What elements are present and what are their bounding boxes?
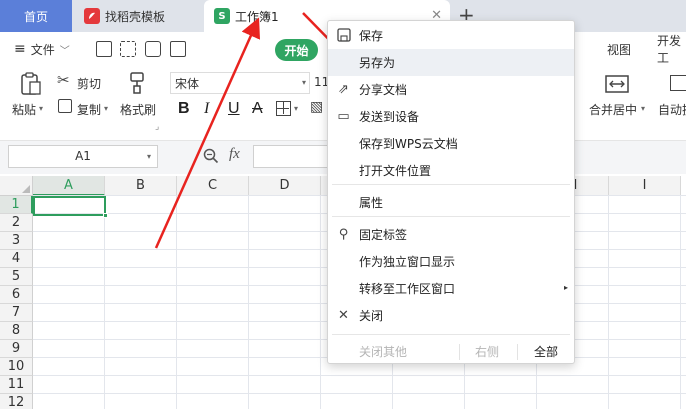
save-icon	[336, 28, 351, 43]
menu-item-7[interactable]: 属性	[328, 189, 574, 216]
close-right-button[interactable]: 右侧	[475, 340, 499, 364]
menu-item-5[interactable]: 保存到WPS云文档	[328, 130, 574, 157]
menu-item-label: 保存到WPS云文档	[359, 137, 458, 151]
menu-item-label: 关闭	[359, 309, 384, 323]
menu-separator	[332, 334, 570, 335]
submenu-arrow-icon: ▸	[563, 283, 568, 292]
pin-icon: ⚲	[338, 227, 349, 242]
menu-item-label: 转移至工作区窗口	[359, 282, 456, 296]
tab-context-menu: 保存另存为 ⇗ 分享文档 ▭ 发送到设备保存到WPS云文档 打开文件位置 属性 ⚲ 固定标签作为…	[327, 20, 575, 364]
menu-item-8[interactable]: ⚲ 固定标签	[328, 221, 574, 248]
menu-item-1[interactable]: 保存	[328, 22, 574, 49]
menu-item-9[interactable]: 作为独立窗口显示	[328, 248, 574, 275]
share-icon: ⇗	[338, 82, 349, 97]
menu-item-3[interactable]: ⇗ 分享文档	[328, 76, 574, 103]
menu-item-label: 发送到设备	[359, 110, 420, 124]
close-all-button[interactable]: 全部	[534, 340, 558, 364]
menu-item-label: 保存	[359, 29, 384, 43]
footer-divider	[459, 344, 460, 360]
menu-item-11[interactable]: ✕ 关闭	[328, 302, 574, 329]
menu-item-2[interactable]: 另存为	[328, 49, 574, 76]
footer-divider	[517, 344, 518, 360]
menu-item-10[interactable]: 转移至工作区窗口 ▸	[328, 275, 574, 302]
menu-item-label: 固定标签	[359, 228, 408, 242]
annotation-arrow-to-tab	[154, 17, 261, 249]
menu-item-label: 分享文档	[359, 83, 408, 97]
menu-item-label: 属性	[359, 196, 384, 210]
menu-item-label: 作为独立窗口显示	[359, 255, 456, 269]
menu-item-4[interactable]: ▭ 发送到设备	[328, 103, 574, 130]
send-device-icon: ▭	[337, 109, 350, 124]
close-icon: ✕	[338, 308, 349, 323]
menu-item-6[interactable]: 打开文件位置	[328, 157, 574, 184]
menu-item-label: 另存为	[359, 56, 396, 70]
menu-footer: 关闭其他 右侧 全部	[328, 340, 574, 364]
menu-item-label: 打开文件位置	[359, 164, 432, 178]
menu-separator	[332, 216, 570, 217]
menu-separator	[332, 184, 570, 185]
close-others-button[interactable]: 关闭其他	[359, 340, 407, 364]
